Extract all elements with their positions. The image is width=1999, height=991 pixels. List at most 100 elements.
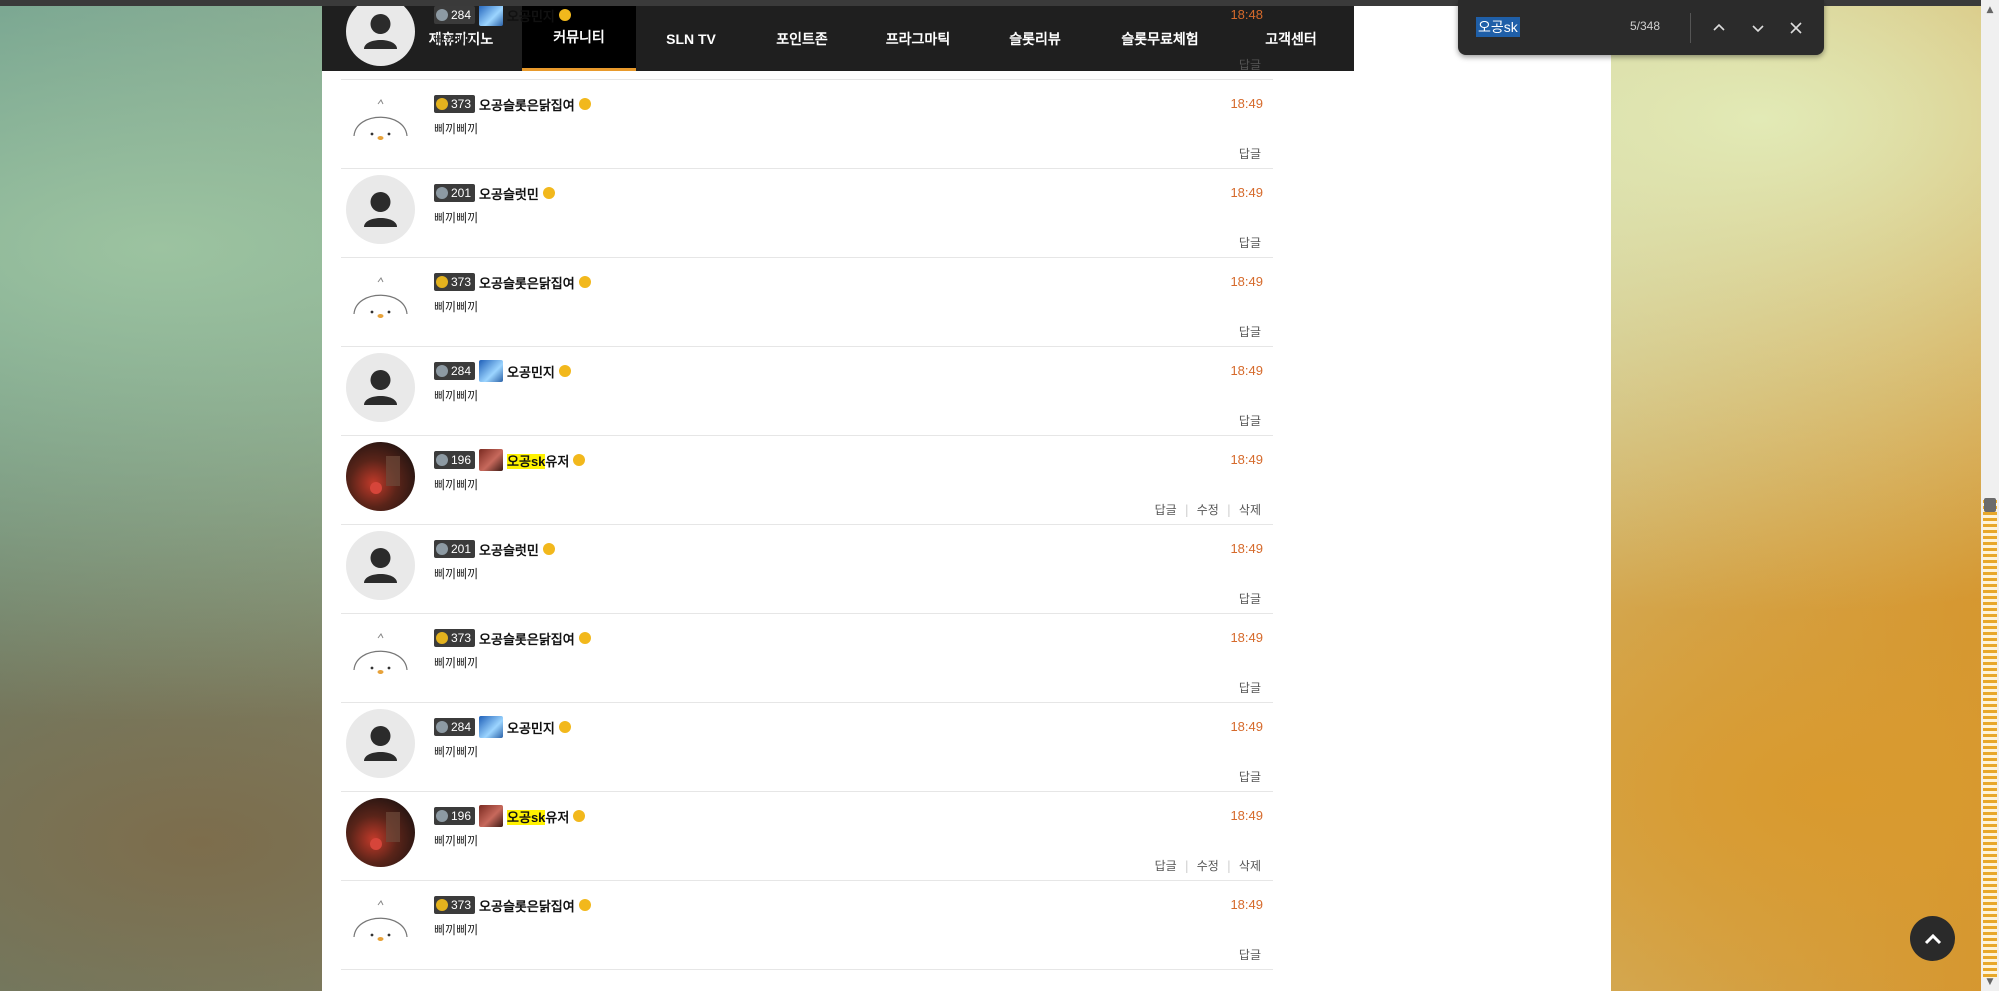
default-avatar (346, 709, 415, 778)
comment-meta: 201 오공슬럿민 (434, 183, 555, 203)
comment-actions: 답글 (1239, 412, 1261, 429)
divider: | (1226, 858, 1231, 873)
reply-link[interactable]: 답글 (1239, 234, 1261, 251)
nickname[interactable]: 오공슬롯은닭집여 (479, 896, 575, 915)
comment-actions: 답글 (1239, 946, 1261, 963)
level-badge: 284 (434, 362, 476, 380)
scroll-to-top-button[interactable] (1910, 916, 1955, 961)
nickname[interactable]: 오공슬럿민 (479, 184, 539, 203)
nickname[interactable]: 오공민지 (507, 362, 555, 381)
default-avatar (346, 6, 415, 66)
divider: | (1184, 502, 1189, 517)
find-prev-button[interactable] (1705, 14, 1733, 42)
comment-text: 삐끼삐끼 (434, 122, 479, 136)
reply-link[interactable]: 답글 (1239, 768, 1261, 785)
comment-meta: 373 오공슬롯은닭집여 (434, 628, 591, 648)
find-close-button[interactable] (1782, 14, 1810, 42)
default-avatar (346, 175, 415, 244)
find-match-count: 5/348 (1630, 19, 1661, 33)
reply-link[interactable]: 답글 (1239, 679, 1261, 696)
chevron-down-icon (1752, 25, 1764, 33)
nickname[interactable]: 오공sk유저 (507, 451, 569, 470)
nickname[interactable]: 오공민지 (507, 6, 555, 25)
level-badge: 284 (434, 6, 476, 24)
comment-item: 196 오공sk유저 18:49 삐끼삐끼 답글 | 수정 | 삭제 (341, 792, 1273, 881)
default-avatar (346, 531, 415, 600)
delete-link[interactable]: 삭제 (1239, 857, 1261, 874)
comment-item: 373 오공슬롯은닭집여 18:49 삐끼삐끼 답글 (341, 80, 1273, 169)
reply-link[interactable]: 답글 (1239, 145, 1261, 162)
comment-text: 삐끼삐끼 (434, 923, 479, 937)
find-match-markers (1983, 500, 1997, 978)
user-badge-image (479, 716, 504, 738)
user-badge-image (479, 805, 504, 827)
reply-link[interactable]: 답글 (1239, 946, 1261, 963)
comment-time: 18:49 (1230, 96, 1263, 111)
nickname[interactable]: 오공슬롯은닭집여 (479, 95, 575, 114)
comment-meta: 373 오공슬롯은닭집여 (434, 895, 591, 915)
reply-link[interactable]: 답글 (1239, 323, 1261, 340)
reply-link[interactable]: 답글 (1239, 590, 1261, 607)
comment-actions: 답글 (1239, 323, 1261, 340)
level-badge: 201 (434, 184, 476, 202)
reply-link[interactable]: 답글 (1155, 857, 1177, 874)
verified-icon (558, 365, 571, 377)
chick-avatar (346, 620, 415, 689)
comment-meta: 201 오공슬럿민 (434, 539, 555, 559)
nickname[interactable]: 오공슬롯은닭집여 (479, 273, 575, 292)
comment-text: 삐끼삐끼 (434, 834, 479, 848)
comment-text: 삐끼삐끼 (434, 567, 479, 581)
nickname[interactable]: 오공sk유저 (507, 807, 569, 826)
reply-link[interactable]: 답글 (1239, 56, 1261, 73)
edit-link[interactable]: 수정 (1197, 501, 1219, 518)
photo-avatar (346, 442, 415, 511)
comment-actions: 답글 | 수정 | 삭제 (1155, 501, 1261, 518)
comment-meta: 373 오공슬롯은닭집여 (434, 272, 591, 292)
comment-item: 284 오공민지 18:48 삐끼삐끼 답글 (341, 6, 1273, 80)
find-input[interactable]: 오공sk (1476, 17, 1520, 37)
level-badge: 373 (434, 95, 476, 113)
level-badge: 196 (434, 451, 476, 469)
comment-meta: 196 오공sk유저 (434, 449, 586, 471)
reply-link[interactable]: 답글 (1239, 412, 1261, 429)
chick-avatar (346, 887, 415, 956)
user-badge-image (479, 6, 504, 26)
chick-avatar (346, 86, 415, 155)
comment-time: 18:49 (1230, 808, 1263, 823)
edit-link[interactable]: 수정 (1197, 857, 1219, 874)
verified-icon (542, 543, 555, 555)
nickname[interactable]: 오공슬롯은닭집여 (479, 629, 575, 648)
comment-text: 삐끼삐끼 (434, 211, 479, 225)
verified-icon (573, 454, 586, 466)
reply-link[interactable]: 답글 (1155, 501, 1177, 518)
comment-list: 284 오공민지 18:48 삐끼삐끼 답글 373 오공슬롯은닭집여 18:4… (341, 6, 1273, 970)
nickname[interactable]: 오공슬럿민 (479, 540, 539, 559)
comment-time: 18:49 (1230, 185, 1263, 200)
comment-meta: 284 오공민지 (434, 360, 571, 382)
level-badge: 196 (434, 807, 476, 825)
scrollbar-thumb[interactable] (1984, 498, 1996, 512)
comment-meta: 284 오공민지 (434, 716, 571, 738)
scroll-up-arrow-icon[interactable]: ▲ (1983, 4, 1997, 16)
search-highlight: 오공sk (507, 809, 546, 825)
verified-icon (578, 276, 591, 288)
comment-time: 18:49 (1230, 274, 1263, 289)
comment-time: 18:49 (1230, 630, 1263, 645)
delete-link[interactable]: 삭제 (1239, 501, 1261, 518)
comment-time: 18:49 (1230, 719, 1263, 734)
verified-icon (558, 9, 571, 21)
comment-item: 201 오공슬럿민 18:49 삐끼삐끼 답글 (341, 525, 1273, 614)
nickname[interactable]: 오공민지 (507, 718, 555, 737)
find-bar: 오공sk 5/348 (1458, 0, 1824, 55)
verified-icon (573, 810, 586, 822)
find-next-button[interactable] (1744, 14, 1772, 42)
comment-actions: 답글 (1239, 679, 1261, 696)
verified-icon (542, 187, 555, 199)
comment-time: 18:49 (1230, 363, 1263, 378)
close-icon (1790, 22, 1802, 34)
comment-time: 18:49 (1230, 541, 1263, 556)
scroll-down-arrow-icon[interactable]: ▼ (1983, 976, 1997, 988)
comment-actions: 답글 (1239, 590, 1261, 607)
comment-item: 373 오공슬롯은닭집여 18:49 삐끼삐끼 답글 (341, 258, 1273, 347)
search-highlight: 오공sk (507, 453, 546, 469)
